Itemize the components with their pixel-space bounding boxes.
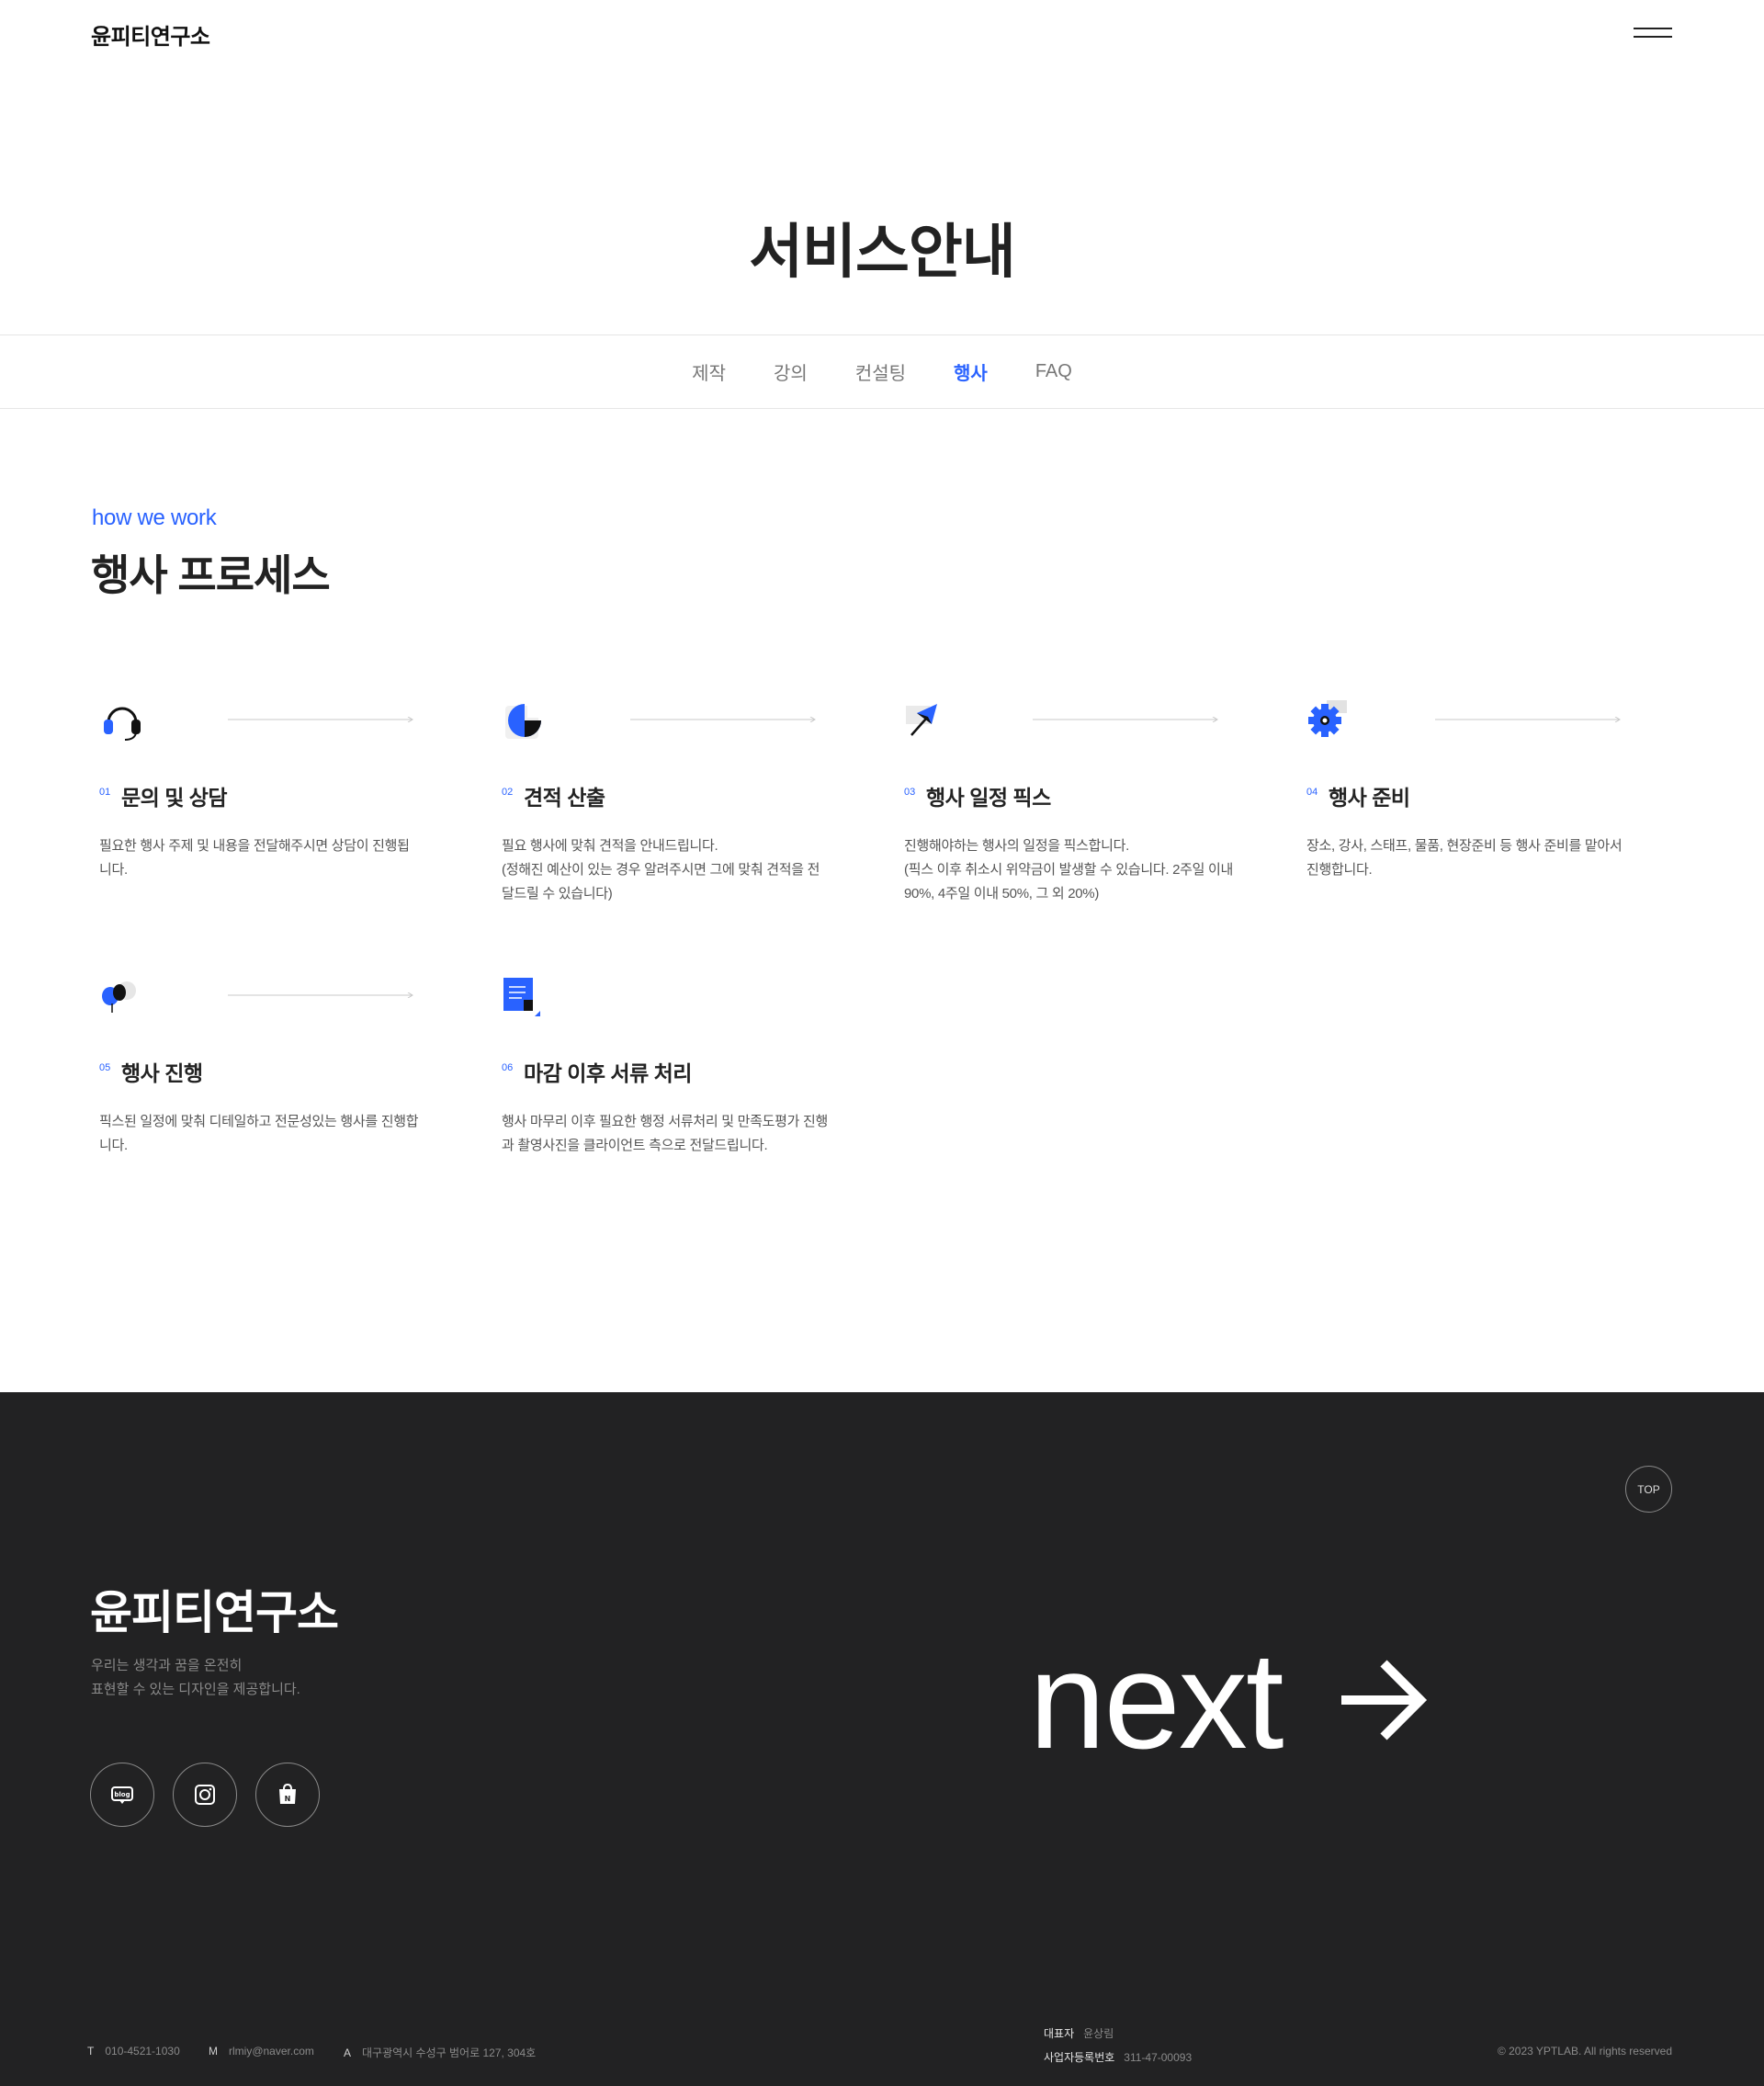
registration-label: 사업자등록번호 <box>1044 2051 1115 2064</box>
page-title: 서비스안내 <box>749 219 1015 285</box>
tab-consulting[interactable]: 컨설팅 <box>855 358 906 385</box>
blog-icon: blog <box>111 1786 133 1804</box>
ceo-value: 윤상림 <box>1083 2027 1114 2040</box>
step-title: 행사 진행 <box>121 1061 203 1085</box>
footer-phone: T 010-4521-1030 <box>87 2045 180 2058</box>
site-header: 윤피티연구소 <box>0 0 1764 69</box>
step-number: 05 <box>99 1062 111 1073</box>
step-number: 03 <box>904 787 916 798</box>
step-description: 필요한 행사 주제 및 내용을 전달해주시면 상담이 진행됩 니다. <box>99 838 410 878</box>
next-label: next <box>1029 1623 1284 1777</box>
step-description: 필요 행사에 맞춰 견적을 안내드립니다. (정해진 예산이 있는 경우 알려주… <box>502 838 820 901</box>
instagram-link[interactable] <box>173 1763 237 1827</box>
step-number: 01 <box>99 787 111 798</box>
process-section: how we work 행사 프로세스 01 문의 및 상담 필요한 행사 주제… <box>0 409 1764 1392</box>
step-number: 06 <box>502 1062 514 1073</box>
section-title: 행사 프로세스 <box>91 551 331 599</box>
step-description: 진행해야하는 행사의 일정을 픽스합니다. (픽스 이후 취소시 위약금이 발생… <box>904 838 1234 901</box>
instagram-icon <box>195 1785 215 1805</box>
service-tabs: 제작 강의 컨설팅 행사 FAQ <box>0 334 1764 409</box>
footer-address: A 대구광역시 수성구 범어로 127, 304호 <box>344 2046 537 2060</box>
registration-value: 311-47-00093 <box>1124 2051 1193 2064</box>
site-logo[interactable]: 윤피티연구소 <box>91 18 210 51</box>
step-title: 마감 이후 서류 처리 <box>524 1061 692 1085</box>
scroll-top-button[interactable]: TOP <box>1625 1466 1672 1513</box>
step-arrow <box>228 992 413 998</box>
footer-email: M rlmiy@naver.com <box>209 2045 314 2058</box>
svg-text:blog: blog <box>114 1791 130 1798</box>
gear-icon <box>1308 700 1347 737</box>
step-arrow <box>630 717 816 722</box>
headset-icon <box>104 707 141 741</box>
step-description: 행사 마무리 이후 필요한 행정 서류처리 및 만족도평가 진행 과 촬영사진을… <box>502 1114 828 1153</box>
blog-link[interactable]: blog <box>90 1763 154 1827</box>
pie-chart-icon <box>505 702 544 739</box>
step-title: 문의 및 상담 <box>121 786 228 810</box>
step-number: 02 <box>502 787 514 798</box>
step-arrow <box>228 717 413 722</box>
hero: 서비스안내 <box>0 69 1764 334</box>
balloon-icon <box>102 981 136 1013</box>
step-number: 04 <box>1306 787 1318 798</box>
svg-text:N: N <box>285 1795 291 1803</box>
step-description: 장소, 강사, 스태프, 물품, 현장준비 등 행사 준비를 맡아서 진행합니다… <box>1306 838 1623 878</box>
section-kicker: how we work <box>92 505 217 530</box>
social-links: blog N <box>90 1763 320 1827</box>
pin-icon <box>906 704 937 736</box>
step-title: 행사 일정 픽스 <box>926 786 1051 810</box>
step-arrow <box>1435 717 1621 722</box>
naver-store-link[interactable]: N <box>255 1763 320 1827</box>
arrow-right-icon <box>1340 1660 1427 1740</box>
ceo-label: 대표자 <box>1044 2027 1075 2040</box>
tab-faq[interactable]: FAQ <box>1035 361 1072 382</box>
step-title: 행사 준비 <box>1329 786 1410 810</box>
step-title: 견적 산출 <box>524 786 605 810</box>
site-footer: TOP 윤피티연구소 우리는 생각과 꿈을 온전히 표현할 수 있는 디자인을 … <box>0 1392 1764 2086</box>
step-arrow <box>1033 717 1218 722</box>
hamburger-menu-icon[interactable] <box>1634 26 1672 40</box>
document-icon <box>503 978 540 1016</box>
tab-production[interactable]: 제작 <box>692 358 726 385</box>
footer-tagline: 우리는 생각과 꿈을 온전히 표현할 수 있는 디자인을 제공합니다. <box>91 1658 300 1697</box>
copyright: © 2023 YPTLAB. All rights reserved <box>1497 2045 1672 2058</box>
next-page-link[interactable]: next <box>1029 1631 1430 1769</box>
footer-logo: 윤피티연구소 <box>90 1587 339 1638</box>
tab-lecture[interactable]: 강의 <box>774 358 808 385</box>
naver-store-icon: N <box>279 1783 296 1804</box>
footer-business-info: 대표자 윤상림 사업자등록번호 311-47-00093 <box>1044 2022 1192 2069</box>
step-description: 픽스된 일정에 맞춰 디테일하고 전문성있는 행사를 진행합 니다. <box>99 1114 419 1153</box>
tab-event[interactable]: 행사 <box>954 358 988 385</box>
